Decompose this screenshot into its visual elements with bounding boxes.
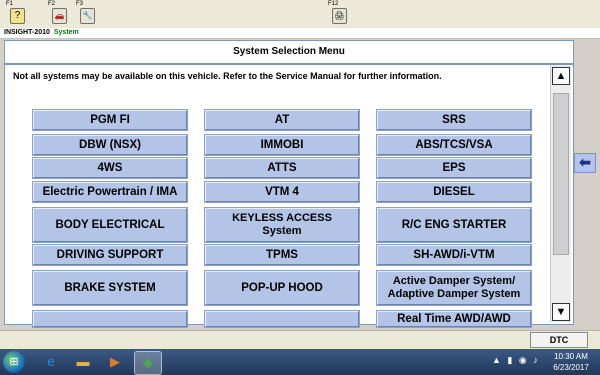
car-icon: 🚗 <box>52 8 67 24</box>
system-button[interactable]: VTM 4 <box>205 182 359 202</box>
taskbar-app-media[interactable]: ▶ <box>102 351 128 373</box>
f12-print-button[interactable]: F12 🖨 <box>328 1 347 24</box>
system-button[interactable]: PGM FI <box>33 110 187 130</box>
clock[interactable]: 10:30 AM 6/23/2017 <box>546 351 596 373</box>
system-button[interactable]: BODY ELECTRICAL <box>33 208 187 242</box>
system-button[interactable]: Active Damper System/ Adaptive Damper Sy… <box>377 271 531 305</box>
f3-tools-button[interactable]: F3 🔧 <box>76 1 95 24</box>
folder-icon: ▬ <box>76 354 90 369</box>
status-bar <box>0 330 600 349</box>
system-button[interactable]: KEYLESS ACCESS System <box>205 208 359 242</box>
system-button[interactable] <box>33 311 187 327</box>
f1-help-button[interactable]: F1 ? <box>6 1 25 24</box>
taskbar-app-hds[interactable]: ◆ <box>134 351 162 375</box>
system-button[interactable]: AT <box>205 110 359 130</box>
clock-time: 10:30 AM <box>554 352 588 361</box>
system-button[interactable]: DIESEL <box>377 182 531 202</box>
system-button[interactable]: TPMS <box>205 245 359 265</box>
system-button[interactable]: Real Time AWD/AWD <box>377 311 531 327</box>
toolbar: F1 ? F2 🚗 F3 🔧 F12 🖨 <box>0 0 600 29</box>
system-button[interactable]: BRAKE SYSTEM <box>33 271 187 305</box>
clock-date: 6/23/2017 <box>553 363 589 372</box>
system-button[interactable]: ATTS <box>205 158 359 178</box>
scroll-thumb[interactable] <box>553 93 569 255</box>
windows-logo-icon: ⊞ <box>9 356 19 368</box>
system-button[interactable]: Electric Powertrain / IMA <box>33 182 187 202</box>
hds-app-icon: ◆ <box>143 355 153 370</box>
taskbar-app-ie[interactable]: e <box>38 351 64 373</box>
back-button[interactable]: ⬅ <box>574 153 596 173</box>
ie-icon: e <box>47 354 55 369</box>
dtc-button[interactable]: DTC <box>530 332 588 348</box>
start-button[interactable]: ⊞ <box>3 351 25 373</box>
scroll-up-button[interactable]: ▲ <box>552 67 570 85</box>
breadcrumb-vehicle: INSIGHT-2010 <box>4 29 50 36</box>
taskbar-app-explorer[interactable]: ▬ <box>70 351 96 373</box>
system-tray[interactable]: ▲ ▮ ◉ ♪ <box>492 355 540 366</box>
panel-title: System Selection Menu <box>5 41 573 65</box>
breadcrumb: INSIGHT-2010 System <box>0 28 600 39</box>
availability-notice: Not all systems may be available on this… <box>13 71 442 81</box>
scroll-down-button[interactable]: ▼ <box>552 303 570 321</box>
system-button[interactable]: DRIVING SUPPORT <box>33 245 187 265</box>
system-button[interactable]: R/C ENG STARTER <box>377 208 531 242</box>
system-button[interactable]: SH-AWD/i-VTM <box>377 245 531 265</box>
system-button[interactable]: 4WS <box>33 158 187 178</box>
print-icon: 🖨 <box>332 8 347 24</box>
system-button[interactable] <box>205 311 359 327</box>
vertical-scrollbar[interactable]: ▲ ▼ <box>550 65 571 322</box>
tools-icon: 🔧 <box>80 8 95 24</box>
breadcrumb-section: System <box>53 29 79 36</box>
f2-vehicle-button[interactable]: F2 🚗 <box>48 1 67 24</box>
system-button[interactable]: DBW (NSX) <box>33 135 187 155</box>
system-button[interactable]: EPS <box>377 158 531 178</box>
system-button[interactable]: POP-UP HOOD <box>205 271 359 305</box>
media-player-icon: ▶ <box>110 354 120 369</box>
system-button[interactable]: ABS/TCS/VSA <box>377 135 531 155</box>
system-button[interactable]: IMMOBI <box>205 135 359 155</box>
help-icon: ? <box>10 8 25 24</box>
back-arrow-icon: ⬅ <box>579 154 591 170</box>
system-selection-panel: System Selection Menu Not all systems ma… <box>4 40 574 327</box>
system-button[interactable]: SRS <box>377 110 531 130</box>
